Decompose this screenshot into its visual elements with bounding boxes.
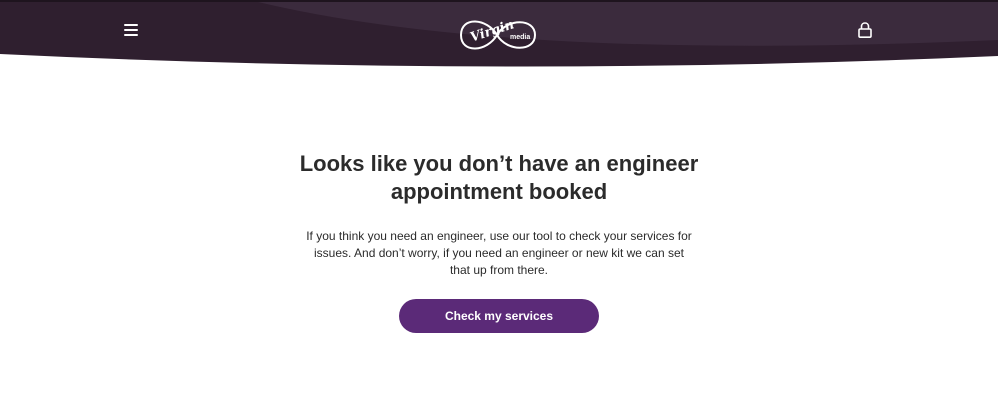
page: Virgin media Looks like you don’t have a… xyxy=(0,0,998,417)
virgin-media-logo-icon: Virgin media xyxy=(459,17,537,50)
site-header: Virgin media xyxy=(0,0,998,72)
info-paragraph: If you think you need an engineer, use o… xyxy=(306,229,692,277)
check-my-services-button[interactable]: Check my services xyxy=(399,299,599,333)
account-lock-button[interactable] xyxy=(852,16,878,44)
menu-button[interactable] xyxy=(118,17,144,43)
virgin-media-logo[interactable]: Virgin media xyxy=(457,10,539,60)
lock-icon xyxy=(858,22,872,38)
hamburger-menu-icon xyxy=(124,24,138,36)
main-content: Looks like you don’t have an engineer ap… xyxy=(0,150,998,333)
page-title: Looks like you don’t have an engineer ap… xyxy=(299,151,699,204)
logo-media-text: media xyxy=(510,34,530,41)
